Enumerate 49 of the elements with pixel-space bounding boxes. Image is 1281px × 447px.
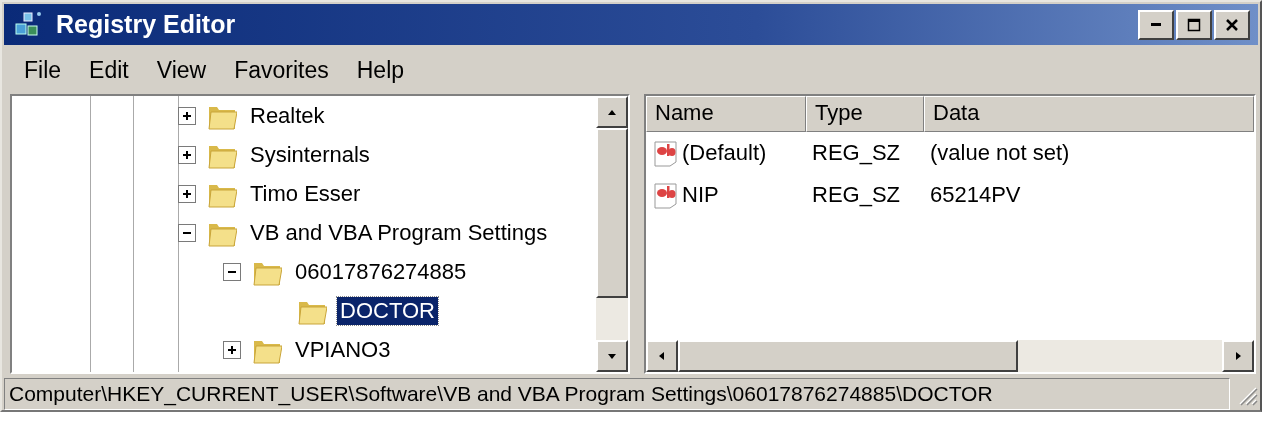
maximize-button[interactable] bbox=[1176, 9, 1212, 40]
expand-button[interactable] bbox=[178, 184, 196, 203]
plus-icon bbox=[182, 149, 192, 160]
value-name[interactable]: NIP bbox=[680, 182, 719, 208]
column-header[interactable]: Name bbox=[646, 96, 806, 132]
scroll-thumb[interactable] bbox=[596, 128, 628, 298]
close-button[interactable] bbox=[1214, 9, 1250, 40]
collapse-button[interactable] bbox=[178, 223, 196, 242]
tree-item[interactable]: Sysinternals bbox=[247, 140, 373, 169]
scroll-down-button[interactable] bbox=[596, 340, 628, 372]
string-value-icon bbox=[652, 138, 680, 168]
scroll-up-button[interactable] bbox=[596, 96, 628, 128]
scroll-thumb[interactable] bbox=[678, 340, 1018, 372]
collapse-button[interactable] bbox=[223, 262, 241, 281]
expand-button[interactable] bbox=[223, 340, 241, 359]
column-header[interactable]: Type bbox=[806, 96, 924, 132]
scroll-left-button[interactable] bbox=[646, 340, 678, 372]
menu-item[interactable]: Favorites bbox=[222, 55, 341, 87]
tree-item[interactable]: Timo Esser bbox=[247, 179, 364, 208]
value-type: REG_SZ bbox=[811, 182, 902, 208]
menu-item[interactable]: File bbox=[12, 55, 74, 87]
minimize-icon bbox=[1151, 23, 1161, 27]
tree-item[interactable]: VPIANO3 bbox=[292, 335, 394, 364]
column-header[interactable]: Data bbox=[924, 96, 1254, 132]
plus-icon bbox=[227, 344, 237, 355]
value-type: REG_SZ bbox=[811, 140, 902, 166]
plus-icon bbox=[182, 110, 192, 121]
minimize-button[interactable] bbox=[1138, 9, 1174, 40]
value-data: (value not set) bbox=[929, 140, 1071, 166]
menu-item[interactable]: Help bbox=[344, 55, 417, 87]
window-title: Registry Editor bbox=[56, 10, 237, 40]
tree-item[interactable]: 06017876274885 bbox=[292, 257, 470, 286]
maximize-icon bbox=[1187, 17, 1201, 32]
menu-item[interactable]: Edit bbox=[77, 55, 141, 87]
tree-item[interactable]: DOCTOR bbox=[337, 296, 438, 325]
expand-button[interactable] bbox=[178, 145, 196, 164]
plus-icon bbox=[182, 188, 192, 199]
close-icon bbox=[1225, 17, 1239, 32]
scroll-right-button[interactable] bbox=[1222, 340, 1254, 372]
horizontal-scrollbar[interactable] bbox=[646, 340, 1254, 372]
tree-item[interactable]: Realtek bbox=[247, 101, 328, 130]
menu-item[interactable]: View bbox=[144, 55, 219, 87]
expand-button[interactable] bbox=[178, 106, 196, 125]
string-value-icon bbox=[652, 180, 680, 210]
tree-item[interactable]: VB and VBA Program Settings bbox=[247, 218, 551, 247]
value-name[interactable]: (Default) bbox=[680, 140, 767, 166]
vertical-scrollbar[interactable] bbox=[596, 96, 628, 372]
value-data: 65214PV bbox=[929, 182, 1022, 208]
status-path: Computer\HKEY_CURRENT_USER\Software\VB and VBA Program Settings\06017876274885\DOCTOR bbox=[4, 378, 1230, 410]
